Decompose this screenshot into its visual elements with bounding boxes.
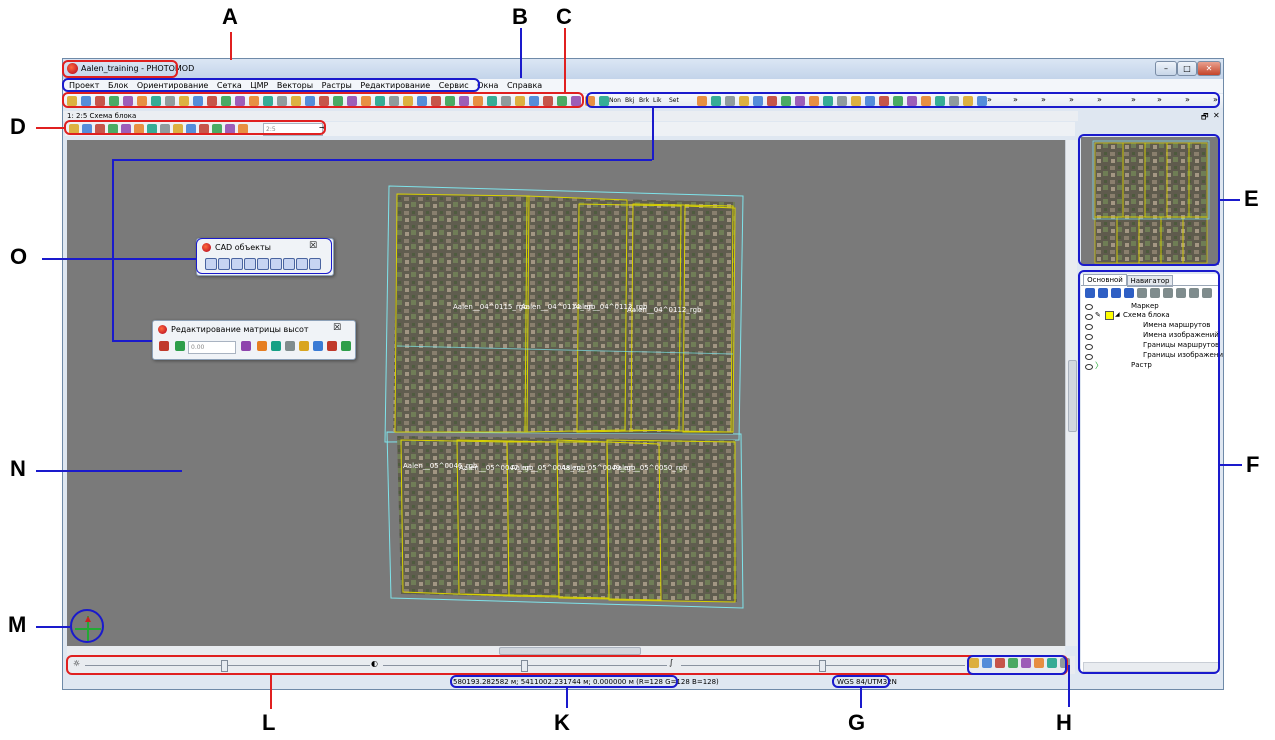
callout-frame-l xyxy=(66,655,1068,675)
callout-frame-f xyxy=(1078,270,1220,674)
callout-label-d: D xyxy=(10,114,26,139)
menu-windows[interactable]: Окна xyxy=(477,79,498,93)
image-label-04-0112: Aalen__04^0112_rgb xyxy=(627,306,702,314)
callout-frame-b xyxy=(62,78,480,92)
callout-frame-e xyxy=(1078,134,1220,266)
callout-frame-c xyxy=(62,92,584,108)
document-title: 1: 2:5 Схема блока xyxy=(67,112,137,120)
horizontal-scroll-thumb[interactable] xyxy=(499,647,641,655)
callout-frame-m xyxy=(70,609,104,643)
doc-restore-icon[interactable]: 🗗 xyxy=(1201,111,1209,125)
dem-window-title: Редактирование матрицы высот xyxy=(171,325,309,334)
callout-label-b: B xyxy=(512,4,528,29)
callout-label-n: N xyxy=(10,456,26,481)
image-label-05-0050: Aalen__05^0050_rgb xyxy=(613,464,688,472)
doc-close-icon[interactable]: ✕ xyxy=(1213,111,1220,120)
callout-frame-h xyxy=(967,655,1067,675)
dem-tool-icon[interactable] xyxy=(271,341,281,351)
vertical-scroll-thumb[interactable] xyxy=(1068,360,1077,432)
callout-label-h: H xyxy=(1056,710,1072,735)
callout-label-c: C xyxy=(556,4,572,29)
dem-editing-window: Редактирование матрицы высот ☒ 0.00 xyxy=(152,320,356,360)
block-scheme-svg xyxy=(384,185,744,609)
callout-label-e: E xyxy=(1244,186,1259,211)
dem-tool-icon[interactable] xyxy=(341,341,351,351)
dem-tool-icon[interactable] xyxy=(313,341,323,351)
dem-window-logo-icon xyxy=(158,325,167,334)
callout-frame-c-right xyxy=(586,92,1220,108)
callout-frame-g xyxy=(832,675,890,688)
dem-tool-icon[interactable] xyxy=(175,341,185,351)
dem-tool-icon[interactable] xyxy=(285,341,295,351)
dem-tool-icon[interactable] xyxy=(257,341,267,351)
callout-label-l: L xyxy=(262,710,276,735)
canvas-horizontal-scrollbar[interactable] xyxy=(67,646,1065,655)
callout-frame-o-1 xyxy=(196,238,332,274)
block-scheme-canvas[interactable]: Aalen__04^0115_rgb Aalen__04^0114_rgb Aa… xyxy=(67,140,1065,646)
dem-tool-icon[interactable] xyxy=(299,341,309,351)
callout-label-m: M xyxy=(8,612,27,637)
callout-label-k: K xyxy=(554,710,570,735)
callout-frame-a xyxy=(62,60,178,78)
callout-frame-d xyxy=(64,120,326,135)
callout-frame-k xyxy=(450,675,678,688)
dem-tool-icon[interactable] xyxy=(241,341,251,351)
callout-label-f: F xyxy=(1246,452,1260,477)
close-button[interactable]: ✕ xyxy=(1197,61,1221,76)
orthophoto-strip-2 xyxy=(397,436,737,602)
title-bar: Aalen_training - PHOTOMOD – □ ✕ xyxy=(63,59,1223,79)
application-window: Aalen_training - PHOTOMOD – □ ✕ Проект Б… xyxy=(62,58,1224,690)
callout-label-a: A xyxy=(222,4,238,29)
menu-help[interactable]: Справка xyxy=(507,79,542,93)
image-label-04-0115: Aalen__04^0115_rgb xyxy=(453,303,528,311)
maximize-button[interactable]: □ xyxy=(1177,61,1197,76)
callout-label-o: O xyxy=(10,244,28,269)
dem-height-input[interactable]: 0.00 xyxy=(188,341,236,354)
dem-tool-icon[interactable] xyxy=(327,341,337,351)
callout-label-g: G xyxy=(848,710,866,735)
dem-tool-icon[interactable] xyxy=(159,341,169,351)
dem-window-close-icon[interactable]: ☒ xyxy=(333,323,341,333)
minimize-button[interactable]: – xyxy=(1155,61,1177,76)
canvas-vertical-scrollbar[interactable] xyxy=(1065,140,1077,646)
